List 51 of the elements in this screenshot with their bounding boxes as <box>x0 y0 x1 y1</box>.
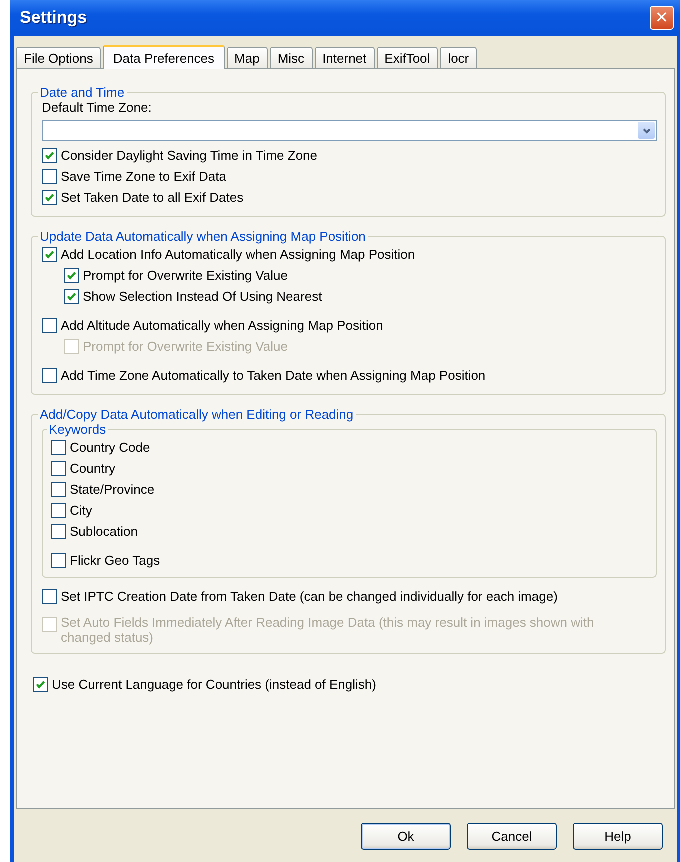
checkbox[interactable] <box>33 677 48 692</box>
checkbox-label: Flickr Geo Tags <box>70 553 160 568</box>
checkbox-label: Sublocation <box>70 524 138 539</box>
checkbox[interactable] <box>42 190 57 205</box>
checkbox-label: Use Current Language for Countries (instead of English) <box>52 677 376 692</box>
group-title: Update Data Automatically when Assigning Map Position <box>39 229 367 244</box>
checkbox-label: Set IPTC Creation Date from Taken Date (can be changed individually for each image) <box>61 589 558 604</box>
checkbox-label: Save Time Zone to Exif Data <box>61 169 226 184</box>
checkbox[interactable] <box>42 148 57 163</box>
checkbox[interactable] <box>42 247 57 262</box>
checkbox-label: Country <box>70 461 116 476</box>
checkbox[interactable] <box>42 368 57 383</box>
checkbox-label: Show Selection Instead Of Using Nearest <box>83 289 322 304</box>
checkbox[interactable] <box>42 318 57 333</box>
checkbox-label: State/Province <box>70 482 155 497</box>
tab[interactable]: ExifTool <box>376 47 438 68</box>
tab[interactable]: File Options <box>16 47 102 68</box>
tab[interactable]: Map <box>226 47 268 68</box>
group-title: Add/Copy Data Automatically when Editing or Reading <box>39 407 355 422</box>
tab[interactable]: Data Preferences <box>103 45 225 69</box>
checkbox[interactable] <box>64 268 79 283</box>
checkbox-label: Prompt for Overwrite Existing Value <box>83 268 288 283</box>
tab[interactable]: Misc <box>270 47 313 68</box>
checkbox-label: Add Altitude Automatically when Assigning Map Position <box>61 318 384 333</box>
dialog-button[interactable]: Help <box>573 823 663 850</box>
checkbox[interactable] <box>42 589 57 604</box>
checkbox-label: Add Location Info Automatically when Assigning Map Position <box>61 247 416 262</box>
window-title: Settings <box>20 8 88 28</box>
checkbox[interactable] <box>51 524 66 539</box>
field-label: Default Time Zone: <box>42 100 153 115</box>
group-title: Date and Time <box>39 85 126 100</box>
dialog-button[interactable]: Ok <box>361 823 451 850</box>
checkbox[interactable] <box>51 461 66 476</box>
checkbox[interactable] <box>51 553 66 568</box>
checkbox[interactable] <box>51 503 66 518</box>
group-title: Keywords <box>48 422 108 437</box>
checkbox-label: Prompt for Overwrite Existing Value <box>83 339 288 354</box>
checkbox-label: Add Time Zone Automatically to Taken Date when Assigning Map Position <box>61 368 486 383</box>
checkbox-label: Consider Daylight Saving Time in Time Zone <box>61 148 318 163</box>
checkbox[interactable] <box>64 289 79 304</box>
time-zone-dropdown[interactable] <box>42 120 657 141</box>
checkbox[interactable] <box>42 169 57 184</box>
checkbox[interactable] <box>51 482 66 497</box>
checkbox-label: Country Code <box>70 440 150 455</box>
checkbox-label: City <box>70 503 92 518</box>
checkbox-label: Set Auto Fields Immediately After Reading Image Data (this may result in images shown with changed status) <box>61 615 596 645</box>
dialog-button[interactable]: Cancel <box>467 823 557 850</box>
checkbox[interactable] <box>51 440 66 455</box>
tab[interactable]: locr <box>440 47 478 68</box>
tab[interactable]: Internet <box>314 47 375 68</box>
checkbox-label: Set Taken Date to all Exif Dates <box>61 190 244 205</box>
